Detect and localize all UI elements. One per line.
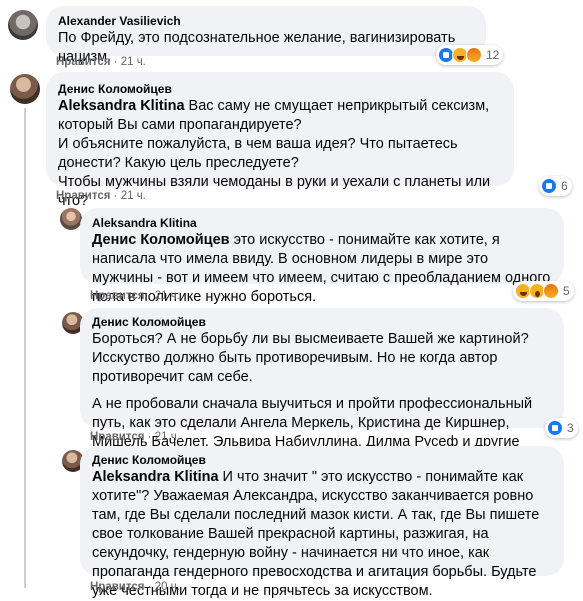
like-icon	[547, 420, 563, 436]
angry-icon	[543, 283, 559, 299]
mention-link[interactable]: Денис Коломойцев	[92, 232, 230, 248]
separator: ·	[147, 290, 152, 302]
like-button[interactable]: Нравится	[90, 290, 144, 302]
separator: ·	[147, 581, 152, 593]
comment-author[interactable]: Денис Коломойцев	[92, 452, 552, 468]
comment-meta: Нравится · 21 ч.	[90, 289, 180, 303]
reaction-count: 12	[486, 48, 500, 62]
separator: ·	[147, 431, 152, 443]
like-button[interactable]: Нравится	[56, 190, 110, 202]
comment-author[interactable]: Aleksandra Klitina	[92, 215, 552, 231]
like-button[interactable]: Нравится	[90, 581, 144, 593]
like-button[interactable]: Нравится	[56, 56, 110, 68]
comment-meta: Нравится · 21 ч.	[56, 189, 146, 203]
comment-text: Бороться? А не борьбу ли вы высмеиваете …	[92, 331, 529, 385]
timestamp[interactable]: 21 ч.	[121, 190, 146, 202]
comment-meta: Нравится · 21 ч.	[90, 430, 180, 444]
reaction-count: 5	[563, 284, 570, 298]
comment-bubble: Aleksandra Klitina Денис Коломойцев это …	[80, 208, 564, 305]
reactions-summary[interactable]: 6	[539, 176, 572, 196]
comment-bubble: Денис Коломойцев Aleksandra Klitina Вас …	[46, 72, 514, 209]
like-icon	[541, 178, 557, 194]
like-button[interactable]: Нравится	[90, 431, 144, 443]
avatar[interactable]	[60, 208, 82, 230]
reaction-count: 6	[561, 179, 568, 193]
comment-author[interactable]: Денис Коломойцев	[92, 314, 552, 330]
timestamp[interactable]: 21 ч.	[155, 290, 180, 302]
angry-icon	[466, 47, 482, 63]
comment-text: И объясните пожалуйста, в чем ваша идея?…	[58, 136, 458, 171]
comment-meta: Нравится · 20 ч.	[90, 580, 180, 594]
mention-link[interactable]: Aleksandra Klitina	[58, 98, 185, 114]
comment-author[interactable]: Alexander Vasilievich	[58, 13, 474, 29]
reactions-summary[interactable]: 5	[513, 281, 574, 301]
comment-author[interactable]: Денис Коломойцев	[58, 81, 502, 97]
timestamp[interactable]: 20 ч.	[155, 581, 180, 593]
separator: ·	[113, 190, 118, 202]
timestamp[interactable]: 21 ч.	[121, 56, 146, 68]
comment-bubble: Alexander Vasilievich По Фрейду, это под…	[46, 6, 486, 65]
avatar[interactable]	[8, 10, 38, 40]
avatar[interactable]	[10, 74, 40, 104]
comment-bubble: Денис Коломойцев Aleksandra Klitina И чт…	[80, 446, 564, 599]
reactions-summary[interactable]: 3	[545, 418, 578, 438]
reactions-summary[interactable]: 12	[436, 45, 504, 65]
comment-meta: Нравится · 21 ч.	[56, 55, 146, 69]
comment-bubble: Денис Коломойцев Бороться? А не борьбу л…	[80, 308, 564, 469]
thread-line	[24, 108, 26, 588]
timestamp[interactable]: 21 ч.	[155, 431, 180, 443]
separator: ·	[113, 56, 118, 68]
mention-link[interactable]: Aleksandra Klitina	[92, 469, 219, 485]
reaction-count: 3	[567, 421, 574, 435]
